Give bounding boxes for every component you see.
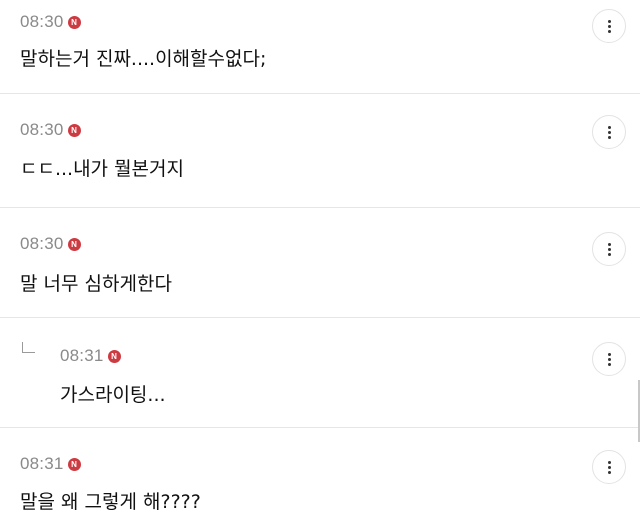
comment-meta: 08:30 N — [20, 12, 81, 32]
comment-meta: 08:30 N — [20, 234, 81, 254]
reply-comment-item: 08:31 N 가스라이팅... — [0, 318, 640, 428]
more-vertical-icon-dot — [607, 135, 611, 139]
comment-item: 08:30 N 말하는거 진짜....이해할수없다; — [0, 0, 640, 94]
comment-text: 말하는거 진짜....이해할수없다; — [20, 48, 267, 70]
more-vertical-icon — [607, 352, 611, 356]
comment-item: 08:30 N 말 너무 심하게한다 — [0, 208, 640, 318]
comment-meta: 08:31 N — [60, 346, 121, 366]
new-badge-icon: N — [67, 124, 81, 137]
more-vertical-icon-dot — [607, 252, 611, 256]
reply-arrow-icon — [22, 342, 35, 353]
more-vertical-icon-dot — [607, 247, 611, 251]
comment-time: 08:30 — [20, 12, 64, 31]
more-vertical-icon — [607, 125, 611, 129]
more-vertical-icon-dot — [607, 465, 611, 469]
comment-text: 말을 왜 그렇게 해???? — [20, 491, 201, 513]
comment-text: 가스라이팅... — [60, 384, 166, 406]
more-vertical-icon-dot — [607, 362, 611, 366]
comment-meta: 08:30 N — [20, 120, 81, 140]
more-options-button[interactable] — [592, 342, 626, 376]
more-vertical-icon — [607, 460, 611, 464]
comment-time: 08:31 — [20, 454, 64, 473]
more-vertical-icon — [607, 242, 611, 246]
more-options-button[interactable] — [592, 9, 626, 43]
comment-meta: 08:31 N — [20, 454, 81, 474]
new-badge-icon: N — [67, 16, 81, 29]
more-vertical-icon-dot — [607, 130, 611, 134]
comment-time: 08:30 — [20, 234, 64, 253]
new-badge-icon: N — [107, 350, 121, 363]
comment-item: 08:31 N 말을 왜 그렇게 해???? — [0, 428, 640, 521]
more-vertical-icon-dot — [607, 470, 611, 474]
more-vertical-icon-dot — [607, 357, 611, 361]
comment-list: 08:30 N 말하는거 진짜....이해할수없다; 08:30 N ㄷㄷ...… — [0, 0, 640, 521]
comment-text: ㄷㄷ...내가 뭘본거지 — [20, 158, 184, 180]
new-badge-icon: N — [67, 458, 81, 471]
more-vertical-icon-dot — [607, 29, 611, 33]
more-options-button[interactable] — [592, 450, 626, 484]
new-badge-icon: N — [67, 238, 81, 251]
comment-text: 말 너무 심하게한다 — [20, 273, 172, 295]
comment-time: 08:31 — [60, 346, 104, 365]
more-vertical-icon — [607, 19, 611, 23]
more-vertical-icon-dot — [607, 24, 611, 28]
comment-item: 08:30 N ㄷㄷ...내가 뭘본거지 — [0, 98, 640, 208]
more-options-button[interactable] — [592, 115, 626, 149]
more-options-button[interactable] — [592, 232, 626, 266]
comment-time: 08:30 — [20, 120, 64, 139]
